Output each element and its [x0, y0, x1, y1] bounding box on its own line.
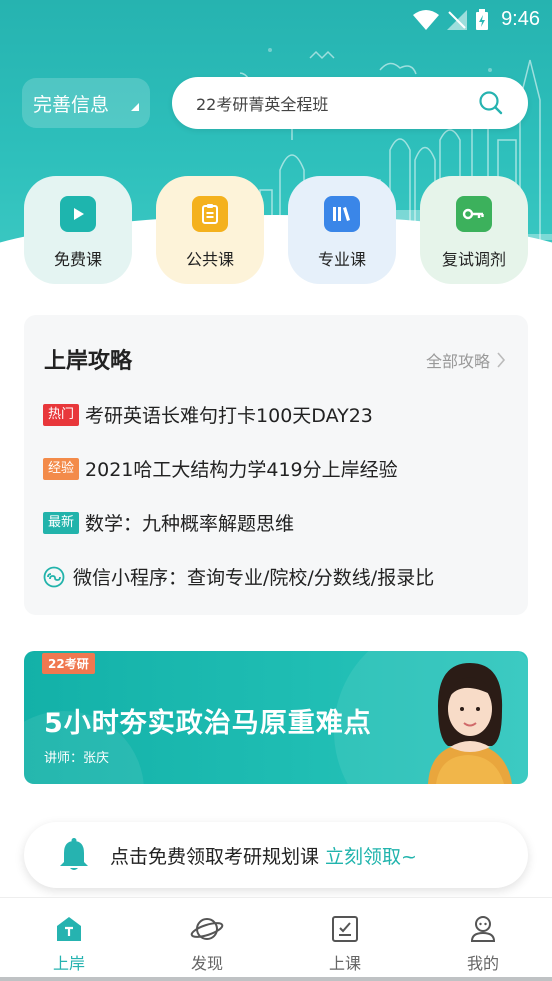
complete-profile-label: 完善信息 — [33, 93, 110, 116]
latest-tag: 最新 — [43, 511, 80, 534]
battery-icon — [476, 8, 489, 30]
signal-icon — [447, 9, 468, 30]
nav-item-discover[interactable]: 发现 — [138, 898, 276, 977]
chevron-right-icon — [497, 352, 506, 368]
nav-item-profile[interactable]: 我的 — [414, 898, 552, 977]
teacher-portrait — [428, 663, 512, 784]
all-strategy-link[interactable]: 全部攻略 — [426, 348, 506, 372]
nav-label: 上岸 — [52, 954, 85, 973]
free-course-notice[interactable]: 点击免费领取考研规划课 立刻领取~ — [24, 822, 528, 888]
strategy-item-mini-program[interactable]: 微信小程序：查询专业/院校/分数线/报录比 — [43, 563, 434, 590]
nav-label: 上课 — [328, 954, 361, 973]
strategy-item-experience[interactable]: 经验 2021哈工大结构力学419分上岸经验 — [43, 455, 398, 482]
wifi-icon — [413, 9, 440, 30]
category-free-course[interactable]: 免费课 — [24, 176, 132, 284]
bottom-nav: 上岸 发现 上课 我的 — [0, 897, 552, 977]
home-icon — [57, 917, 81, 941]
all-strategy-label: 全部攻略 — [425, 352, 490, 371]
category-label: 专业课 — [317, 250, 366, 269]
notice-text: 点击免费领取考研规划课 — [110, 845, 320, 868]
category-label: 复试调剂 — [441, 250, 506, 269]
category-public-course[interactable]: 公共课 — [156, 176, 264, 284]
strategy-item-text: 数学：九种概率解题思维 — [85, 513, 295, 535]
search-icon[interactable] — [478, 90, 504, 116]
profile-icon — [470, 916, 496, 942]
bell-icon — [60, 838, 88, 870]
strategy-card: 上岸攻略 全部攻略 热门 考研英语长难句打卡100天DAY23 经验 2021哈… — [24, 315, 528, 615]
system-navigation-bar — [0, 977, 552, 981]
mini-program-icon — [43, 566, 65, 587]
banner-teacher: 讲师：张庆 — [44, 751, 110, 766]
category-label: 公共课 — [185, 250, 234, 269]
nav-label: 我的 — [466, 954, 499, 973]
banner-title: 5小时夯实政治马原重难点 — [44, 708, 372, 739]
strategy-item-hot[interactable]: 热门 考研英语长难句打卡100天DAY23 — [43, 401, 373, 428]
class-icon — [332, 916, 358, 942]
nav-item-home[interactable]: 上岸 — [0, 898, 138, 977]
experience-tag: 经验 — [43, 457, 80, 480]
status-bar: 9:46 — [0, 0, 552, 40]
nav-item-class[interactable]: 上课 — [276, 898, 414, 977]
document-icon — [192, 196, 228, 232]
category-label: 免费课 — [53, 250, 102, 269]
strategy-title: 上岸攻略 — [44, 349, 133, 374]
complete-profile-button[interactable]: 完善信息 — [22, 78, 150, 128]
planet-icon — [190, 918, 224, 940]
key-icon — [456, 196, 492, 232]
search-value: 22考研菁英全程班 — [196, 95, 329, 114]
hot-tag: 热门 — [43, 403, 80, 426]
caret-icon — [131, 103, 139, 111]
nav-label: 发现 — [190, 954, 223, 973]
books-icon — [324, 196, 360, 232]
strategy-item-latest[interactable]: 最新 数学：九种概率解题思维 — [43, 509, 294, 536]
claim-now-link[interactable]: 立刻领取~ — [325, 842, 417, 869]
status-icons: 9:46 — [413, 8, 540, 31]
play-icon — [60, 196, 96, 232]
strategy-item-text: 2021哈工大结构力学419分上岸经验 — [85, 459, 398, 481]
search-input[interactable]: 22考研菁英全程班 — [172, 77, 528, 129]
strategy-item-text: 微信小程序：查询专业/院校/分数线/报录比 — [73, 567, 435, 589]
banner-tag: 22考研 — [42, 653, 95, 674]
strategy-item-text: 考研英语长难句打卡100天DAY23 — [85, 405, 373, 427]
status-time: 9:46 — [501, 8, 540, 30]
category-retest-adjust[interactable]: 复试调剂 — [420, 176, 528, 284]
category-major-course[interactable]: 专业课 — [288, 176, 396, 284]
promo-banner[interactable]: 22考研 5小时夯实政治马原重难点 讲师：张庆 — [24, 651, 528, 784]
